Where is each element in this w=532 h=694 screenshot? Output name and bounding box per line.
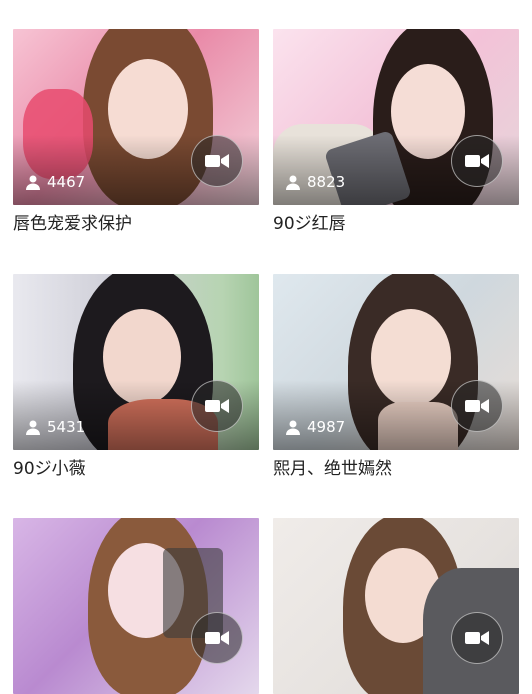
viewer-count: 4987 [285,418,345,436]
video-camera-icon [451,380,503,432]
room-card[interactable]: 5431 90ジ小薇 [13,274,259,481]
person-icon [26,175,40,190]
video-camera-icon [191,612,243,664]
room-thumbnail[interactable]: 5431 [13,274,259,450]
video-camera-icon [451,135,503,187]
person-icon [26,420,40,435]
video-camera-icon [191,380,243,432]
room-thumbnail[interactable]: 4987 [273,274,519,450]
viewer-count: 4467 [25,173,85,191]
person-icon [286,420,300,435]
room-title: 90ジ红唇 [273,214,346,234]
room-card[interactable]: 4987 熙月、绝世嫣然 [273,274,519,481]
video-camera-icon [451,612,503,664]
room-card[interactable]: 4467 唇色宠爱求保护 [13,29,259,236]
live-room-grid: 4467 唇色宠爱求保护 8823 90ジ红唇 5431 90ジ小薇 4987 … [0,0,532,694]
room-thumbnail[interactable]: 8823 [273,29,519,205]
person-icon [286,175,300,190]
room-title: 熙月、绝世嫣然 [273,459,392,479]
room-card[interactable] [13,518,259,694]
viewer-count: 8823 [285,173,345,191]
room-title: 唇色宠爱求保护 [13,214,132,234]
room-thumbnail[interactable]: 4467 [13,29,259,205]
room-thumbnail[interactable] [273,518,519,694]
room-thumbnail[interactable] [13,518,259,694]
room-title: 90ジ小薇 [13,459,86,479]
video-camera-icon [191,135,243,187]
room-card[interactable]: 8823 90ジ红唇 [273,29,519,236]
viewer-count: 5431 [25,418,85,436]
room-card[interactable] [273,518,519,694]
